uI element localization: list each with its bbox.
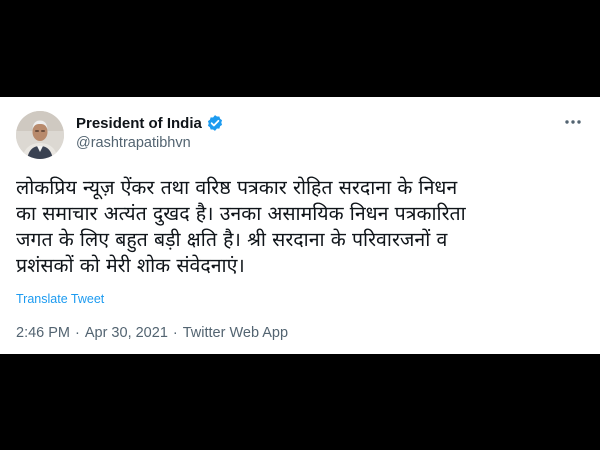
verified-badge-icon bbox=[206, 114, 224, 132]
avatar[interactable] bbox=[16, 111, 64, 159]
tweet-source[interactable]: Twitter Web App bbox=[183, 325, 288, 341]
meta-separator: · bbox=[75, 325, 80, 341]
tweet-card: President of India @rashtrapatibhvn लोकप… bbox=[0, 97, 600, 354]
more-options-button[interactable] bbox=[562, 113, 584, 131]
tweet-date[interactable]: Apr 30, 2021 bbox=[85, 325, 168, 341]
tweet-text: लोकप्रिय न्यूज़ ऐंकर तथा वरिष्ठ पत्रकार … bbox=[16, 176, 466, 277]
tweet-time[interactable]: 2:46 PM bbox=[16, 325, 70, 341]
author-name-row: President of India bbox=[76, 114, 224, 132]
meta-separator: · bbox=[172, 325, 178, 341]
more-horizontal-icon bbox=[565, 120, 581, 124]
display-name[interactable]: President of India bbox=[76, 115, 202, 132]
translate-tweet-link[interactable]: Translate Tweet bbox=[16, 292, 104, 306]
tweet-metadata: 2:46 PM · Apr 30, 2021 · Twitter Web App bbox=[16, 325, 288, 341]
author-handle[interactable]: @rashtrapatibhvn bbox=[76, 135, 191, 151]
profile-photo bbox=[16, 111, 64, 159]
